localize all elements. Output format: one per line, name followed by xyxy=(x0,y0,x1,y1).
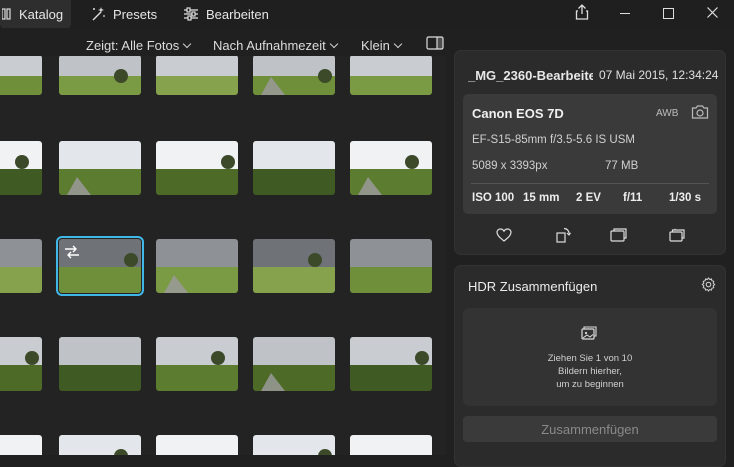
exif-ev: 2 EV xyxy=(576,192,601,204)
library-icon xyxy=(2,8,12,20)
capture-date: 07 Mai 2015, 12:34:24 xyxy=(599,68,719,82)
heart-icon xyxy=(496,227,512,245)
tab-label: Katalog xyxy=(19,6,64,22)
photo-thumbnail[interactable] xyxy=(156,239,238,293)
chevron-down-icon xyxy=(182,39,192,48)
tab-presets[interactable]: Presets xyxy=(90,0,157,28)
magic-wand-icon xyxy=(90,6,106,22)
camera-model: Canon EOS 7D xyxy=(472,106,564,121)
exif-focal: 15 mm xyxy=(523,192,560,204)
rotate-button[interactable] xyxy=(552,226,574,246)
photo-thumbnail[interactable] xyxy=(156,141,238,195)
tab-bearbeiten[interactable]: Bearbeiten xyxy=(183,0,269,28)
photo-thumbnail[interactable] xyxy=(350,239,432,293)
photo-thumbnail[interactable] xyxy=(350,141,432,195)
hdr-panel-title: HDR Zusammenfügen xyxy=(468,279,598,294)
toggle-panel-button[interactable] xyxy=(426,35,444,53)
drop-hint-line-3: um zu beginnen xyxy=(556,379,624,390)
exif-shutter: 1/30 s xyxy=(669,192,701,204)
photo-thumbnail[interactable] xyxy=(59,337,141,391)
minimize-button[interactable] xyxy=(608,0,642,26)
drop-hint-line-1: Ziehen Sie 1 von 10 xyxy=(547,353,633,364)
file-name: _MG_2360-Bearbeitet xyxy=(468,68,593,83)
close-button[interactable] xyxy=(695,0,729,26)
share-icon xyxy=(575,3,589,23)
sliders-icon xyxy=(183,7,199,21)
photo-thumbnail[interactable] xyxy=(350,435,432,455)
photo-grid xyxy=(0,56,446,455)
sort-label: Nach Aufnahmezeit xyxy=(213,37,326,53)
maximize-icon xyxy=(662,7,674,19)
size-dropdown[interactable]: Klein xyxy=(361,36,403,54)
photo-thumbnail[interactable] xyxy=(253,239,335,293)
photo-thumbnail[interactable] xyxy=(0,56,42,95)
divider xyxy=(471,183,709,184)
image-stack-icon xyxy=(581,326,597,343)
close-icon xyxy=(706,6,718,21)
photo-thumbnail[interactable] xyxy=(156,337,238,391)
hdr-merge-panel: HDR Zusammenfügen Ziehen Sie 1 von 10 Bi… xyxy=(454,265,726,467)
filter-label: Zeigt: Alle Fotos xyxy=(86,37,180,53)
rotate-icon xyxy=(555,227,571,246)
photo-thumbnail[interactable] xyxy=(156,435,238,455)
file-size: 77 MB xyxy=(605,160,639,172)
camera-icon xyxy=(691,104,709,123)
gear-icon xyxy=(701,277,716,295)
size-label: Klein xyxy=(361,37,390,53)
filter-dropdown[interactable]: Zeigt: Alle Fotos xyxy=(86,36,192,54)
photo-thumbnail[interactable] xyxy=(0,239,42,293)
camera-card: Canon EOS 7D AWB EF-S15-85mm f/3.5-5.6 I… xyxy=(463,94,717,214)
hdr-drop-zone[interactable]: Ziehen Sie 1 von 10 Bildern hierher, um … xyxy=(463,308,717,406)
photo-thumbnail[interactable] xyxy=(253,337,335,391)
photo-thumbnail[interactable] xyxy=(0,141,42,195)
tab-label: Presets xyxy=(113,6,158,22)
photo-info-panel: _MG_2360-Bearbeitet 07 Mai 2015, 12:34:2… xyxy=(454,50,726,255)
tab-label: Bearbeiten xyxy=(206,6,269,22)
exif-iso: ISO 100 xyxy=(472,192,515,204)
maximize-button[interactable] xyxy=(651,0,685,26)
photo-thumbnail[interactable] xyxy=(253,56,335,95)
photo-thumbnail[interactable] xyxy=(350,337,432,391)
copy-icon xyxy=(609,227,627,245)
minimize-icon xyxy=(620,12,630,14)
compare-icon xyxy=(64,244,80,262)
photo-thumbnail[interactable] xyxy=(0,435,42,455)
chevron-down-icon xyxy=(329,39,338,48)
photo-thumbnail[interactable] xyxy=(253,141,335,195)
photo-thumbnail[interactable] xyxy=(59,141,141,195)
image-resolution: 5089 x 3393px xyxy=(472,160,548,172)
side-panel-icon xyxy=(426,35,444,53)
exif-aperture: f/11 xyxy=(623,192,643,204)
photo-thumbnail[interactable] xyxy=(0,337,42,391)
photo-thumbnail[interactable] xyxy=(59,435,141,455)
photo-thumbnail[interactable] xyxy=(56,236,144,296)
stack-icon xyxy=(668,228,686,245)
duplicate-button[interactable] xyxy=(607,226,629,246)
drop-hint-line-2: Bildern hierher, xyxy=(558,366,622,377)
photo-thumbnail[interactable] xyxy=(253,435,335,455)
white-balance-badge: AWB xyxy=(656,108,679,119)
photo-thumbnail[interactable] xyxy=(156,56,238,95)
stack-button[interactable] xyxy=(666,226,688,246)
chevron-down-icon xyxy=(393,39,403,48)
sort-dropdown[interactable]: Nach Aufnahmezeit xyxy=(213,36,338,54)
merge-button[interactable]: Zusammenfügen xyxy=(463,416,717,442)
favorite-button[interactable] xyxy=(493,226,515,246)
lens-model: EF-S15-85mm f/3.5-5.6 IS USM xyxy=(472,134,635,146)
photo-thumbnail[interactable] xyxy=(350,56,432,95)
photo-thumbnail[interactable] xyxy=(59,56,141,95)
hdr-settings-button[interactable] xyxy=(697,276,719,296)
tab-katalog[interactable]: Katalog xyxy=(0,0,71,28)
share-button[interactable] xyxy=(565,0,599,26)
